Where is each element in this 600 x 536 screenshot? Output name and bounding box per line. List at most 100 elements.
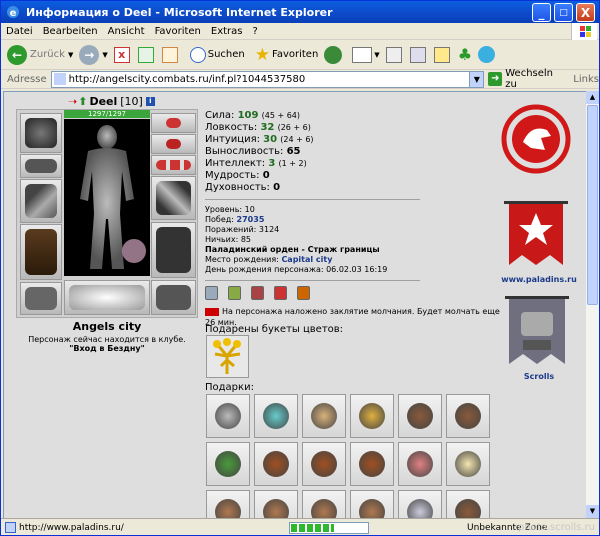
forward-button[interactable]: → ▼ — [79, 44, 108, 65]
helmet-slot[interactable] — [20, 113, 62, 153]
gift-item[interactable] — [206, 442, 250, 486]
badge-icon[interactable] — [274, 286, 287, 300]
gift-item[interactable] — [302, 394, 346, 438]
menu-bearbeiten[interactable]: Bearbeiten — [38, 26, 103, 37]
boots-slot[interactable] — [151, 280, 196, 315]
silence-icon — [205, 307, 219, 316]
stat-modifier: (45 + 64) — [261, 111, 301, 120]
draws-label: Ничьих: — [205, 235, 239, 244]
menu-help[interactable]: ? — [248, 26, 263, 37]
print-button[interactable] — [385, 46, 404, 63]
candle-icon — [455, 451, 481, 477]
paladins-banner-icon[interactable] — [501, 199, 571, 269]
scrolls-link[interactable]: Scrolls — [501, 372, 577, 381]
sword-slot[interactable] — [151, 176, 196, 220]
stat-label: Выносливость: — [205, 146, 284, 157]
mail-button[interactable]: ▼ — [352, 46, 380, 63]
birthday-value: 06.02.03 16:19 — [326, 265, 388, 274]
earring-slot[interactable] — [151, 113, 196, 133]
stat-row: Ловкость: 32 (26 + 6) — [205, 122, 420, 134]
gift-item[interactable] — [254, 490, 298, 518]
paladins-link[interactable]: www.paladins.ru — [501, 275, 577, 284]
go-button[interactable]: ➜ Wechseln zu — [488, 68, 567, 90]
gift-item[interactable] — [446, 490, 490, 518]
messenger-button[interactable] — [478, 46, 496, 63]
badge-icon[interactable] — [297, 286, 310, 300]
svg-text:e: e — [10, 8, 17, 19]
gift-item[interactable] — [398, 394, 442, 438]
stop-button[interactable]: x — [113, 46, 132, 63]
gift-item[interactable] — [254, 394, 298, 438]
belt-slot[interactable] — [20, 282, 62, 315]
stat-label: Интуиция: — [205, 134, 260, 145]
scroll-down-icon[interactable]: ▼ — [586, 505, 599, 518]
scroll-thumb[interactable] — [587, 105, 598, 305]
necklace-slot[interactable] — [151, 134, 196, 154]
refresh-button[interactable] — [137, 46, 156, 63]
armor-slot[interactable] — [20, 224, 62, 280]
gift-item[interactable] — [302, 442, 346, 486]
search-button[interactable]: Suchen — [189, 46, 245, 63]
mace-icon — [263, 451, 289, 477]
chevron-down-icon[interactable]: ▼ — [469, 71, 484, 87]
menu-ansicht[interactable]: Ansicht — [103, 26, 150, 37]
links-button[interactable]: Links — [573, 74, 599, 85]
minimize-button[interactable]: _ — [532, 3, 551, 22]
gift-item[interactable] — [398, 442, 442, 486]
favorites-button[interactable]: ★ Favoriten — [255, 45, 319, 65]
birthday-label: День рождения персонажа: — [205, 265, 324, 274]
note-icon — [433, 46, 450, 63]
menu-favoriten[interactable]: Favoriten — [150, 26, 206, 37]
gift-item[interactable] — [350, 490, 394, 518]
home-button[interactable] — [161, 46, 180, 63]
badge-icon[interactable] — [251, 286, 264, 300]
search-icon — [189, 46, 206, 63]
watermark: photo.scrolls.ru — [518, 522, 595, 533]
maximize-button[interactable]: □ — [554, 3, 573, 22]
golden-flowers-icon — [213, 338, 241, 374]
gift-item[interactable] — [254, 442, 298, 486]
bouquet-item[interactable] — [206, 335, 249, 378]
gift-item[interactable] — [446, 442, 490, 486]
progress-fill — [291, 523, 334, 532]
gift-item[interactable] — [398, 490, 442, 518]
address-input[interactable]: http://angelscity.combats.ru/inf.pl?1044… — [50, 70, 485, 88]
gift-item[interactable] — [350, 442, 394, 486]
back-button[interactable]: ← Zurück ▼ — [7, 44, 73, 65]
close-button[interactable]: X — [576, 3, 595, 22]
menu-extras[interactable]: Extras — [206, 26, 248, 37]
menu-datei[interactable]: Datei — [1, 26, 38, 37]
ornament-icon — [359, 403, 385, 429]
runes-slot[interactable] — [64, 280, 150, 315]
edit-button[interactable] — [409, 46, 428, 63]
window-title: Информация о Deel - Microsoft Internet E… — [26, 5, 333, 19]
badge-icon[interactable] — [205, 286, 218, 300]
history-button[interactable] — [324, 45, 343, 64]
stat-list: Сила: 109 (45 + 64) Ловкость: 32 (26 + 6)… — [205, 110, 420, 194]
rings-slot[interactable] — [151, 155, 196, 175]
gift-item[interactable] — [206, 490, 250, 518]
scrolls-banner-icon[interactable] — [503, 294, 571, 367]
necklace-icon — [166, 139, 181, 149]
bracers-slot[interactable] — [20, 154, 62, 178]
vertical-scrollbar[interactable]: ▲ ▼ — [586, 91, 599, 518]
weapon-slot[interactable] — [20, 179, 62, 223]
leggings-slot[interactable] — [151, 222, 196, 278]
stat-modifier: (24 + 6) — [280, 135, 314, 144]
character-name[interactable]: Deel — [89, 95, 117, 108]
scroll-up-icon[interactable]: ▲ — [586, 91, 599, 104]
character-portrait — [64, 119, 150, 276]
menu-bar: Datei Bearbeiten Ansicht Favoriten Extra… — [1, 23, 599, 40]
stat-row: Интеллект: 3 (1 + 2) — [205, 158, 420, 170]
gift-item[interactable] — [302, 490, 346, 518]
badge-icon[interactable] — [228, 286, 241, 300]
gift-item[interactable] — [350, 394, 394, 438]
clover-button[interactable]: ♣ — [458, 45, 472, 64]
doll-icon — [407, 451, 433, 477]
discuss-button[interactable] — [433, 46, 452, 63]
gift-item[interactable] — [206, 394, 250, 438]
info-icon[interactable]: i — [145, 97, 155, 106]
gift-item[interactable] — [446, 394, 490, 438]
birthplace-value: Capital city — [281, 255, 333, 264]
page-icon — [53, 73, 66, 85]
